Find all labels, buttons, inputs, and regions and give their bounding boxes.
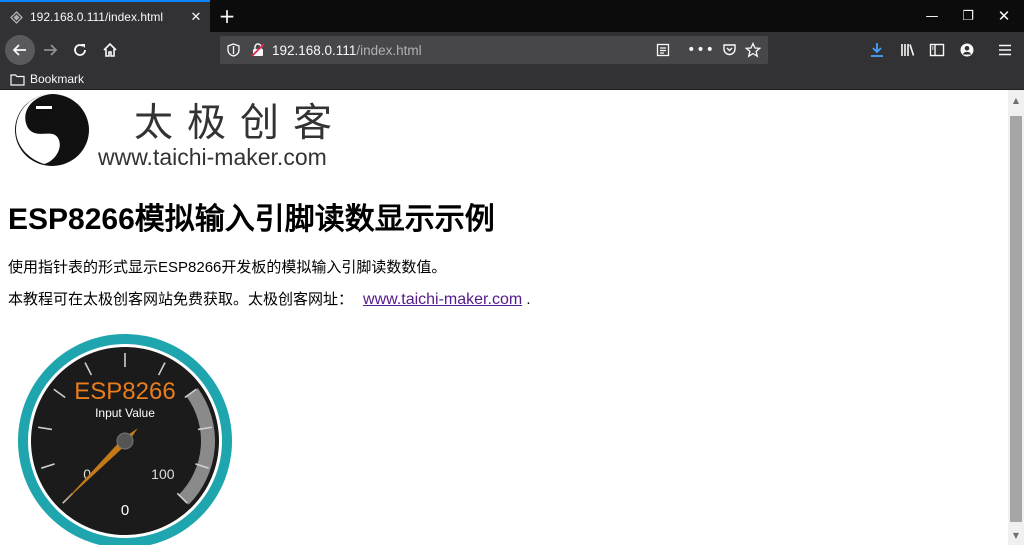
logo-chinese-name: 太极创客 (134, 101, 347, 146)
url-path: /index.html (356, 42, 422, 58)
tab-active[interactable]: 192.168.0.111/index.html ✕ (0, 0, 210, 32)
new-tab-button[interactable]: + (212, 0, 242, 32)
page-title: ESP8266模拟输入引脚读数显示示例 (8, 203, 495, 236)
scrollbar-thumb[interactable] (1010, 116, 1022, 522)
website-link[interactable]: www.taichi-maker.com (363, 291, 522, 308)
page-content: 太极创客 www.taichi-maker.com ESP8266模拟输入引脚读… (0, 90, 1008, 545)
gauge-title: ESP8266 (74, 378, 175, 405)
forward-arrow-icon (44, 44, 58, 56)
back-arrow-icon (12, 44, 26, 56)
reload-button[interactable] (65, 35, 95, 65)
bookmarks-toolbar: Bookmark (0, 68, 1024, 90)
gauge-value-readout: 0 (121, 502, 129, 519)
reload-icon (74, 44, 86, 56)
minimize-button[interactable]: — (914, 0, 950, 32)
bookmark-star-icon[interactable] (742, 40, 764, 60)
tab-title: 192.168.0.111/index.html (30, 10, 163, 24)
scroll-up-arrow-icon[interactable]: ▲ (1008, 92, 1024, 108)
menu-button[interactable] (990, 35, 1020, 65)
navigation-toolbar: 192.168.0.111/index.html ••• (0, 32, 1024, 68)
home-icon (103, 42, 117, 57)
gauge-meter: ESP8266 Input Value 0 100 0 (18, 334, 232, 545)
downloads-button[interactable] (862, 35, 892, 65)
scroll-down-arrow-icon[interactable]: ▼ (1008, 527, 1024, 543)
tab-close-icon[interactable]: ✕ (182, 10, 210, 25)
sidebar-icon (929, 43, 945, 57)
vertical-scrollbar[interactable]: ▲ ▼ (1008, 90, 1024, 545)
bookmark-folder[interactable]: Bookmark (10, 70, 84, 88)
page-icon (9, 10, 23, 24)
page-actions-icon[interactable]: ••• (687, 40, 714, 60)
account-icon (960, 43, 974, 57)
bookmark-label: Bookmark (30, 72, 85, 86)
tab-bar: 192.168.0.111/index.html ✕ + — ❐ ✕ (0, 0, 1024, 32)
library-button[interactable] (893, 35, 923, 65)
logo-website: www.taichi-maker.com (98, 144, 327, 170)
hamburger-menu-icon (999, 44, 1011, 56)
forward-button[interactable] (35, 35, 65, 65)
url-host: 192.168.0.111 (272, 42, 357, 58)
shield-icon[interactable] (220, 43, 246, 57)
download-icon (871, 43, 883, 57)
account-button[interactable] (952, 35, 982, 65)
library-icon (901, 44, 915, 56)
reader-view-icon[interactable] (652, 40, 674, 60)
folder-icon (10, 73, 25, 86)
taichi-yinyang-icon (15, 94, 89, 166)
description-text: 使用指针表的形式显示ESP8266开发板的模拟输入引脚读数数值。 (8, 259, 447, 276)
address-bar[interactable]: 192.168.0.111/index.html ••• (220, 36, 768, 64)
gauge-needle-hub (116, 432, 134, 450)
sidebar-button[interactable] (922, 35, 952, 65)
gauge-subtitle: Input Value (95, 406, 155, 420)
note-text: 本教程可在太极创客网站免费获取。太极创客网址： (8, 291, 354, 308)
url-text[interactable]: 192.168.0.111/index.html (272, 43, 422, 58)
gauge-max-label: 100 (151, 466, 175, 482)
insecure-lock-icon[interactable] (246, 43, 270, 57)
back-button[interactable] (5, 35, 35, 65)
pocket-icon[interactable] (718, 40, 740, 60)
window-close-button[interactable]: ✕ (986, 0, 1022, 32)
site-logo[interactable]: 太极创客 www.taichi-maker.com (14, 92, 354, 170)
home-button[interactable] (95, 35, 125, 65)
restore-button[interactable]: ❐ (950, 0, 986, 32)
note-end: . (526, 291, 531, 308)
note-paragraph: 本教程可在太极创客网站免费获取。太极创客网址： www.taichi-maker.… (8, 288, 531, 309)
